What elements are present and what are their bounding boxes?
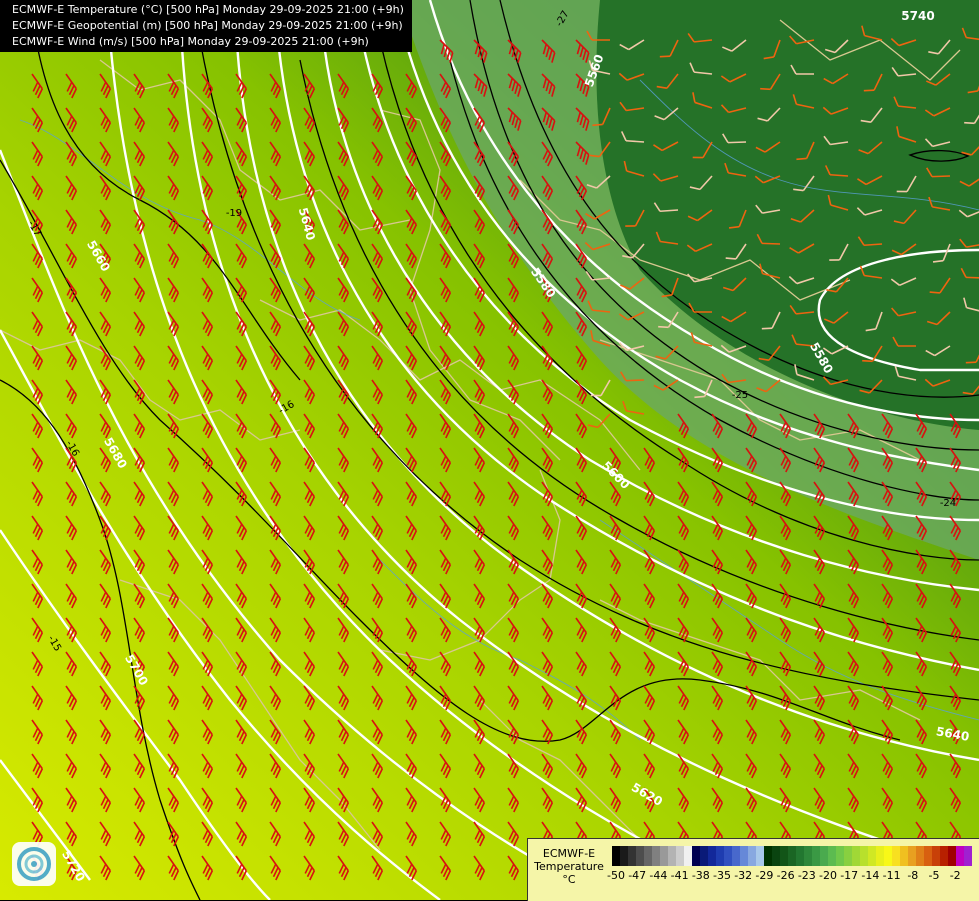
legend-tick-label: -14 (861, 869, 880, 882)
legend-swatch (916, 846, 924, 866)
legend-swatch (940, 846, 948, 866)
legend-tick-label: -20 (819, 869, 837, 882)
legend-swatch (956, 846, 964, 866)
header-line-geopotential: ECMWF-E Geopotential (m) [500 hPa] Monda… (12, 19, 403, 32)
legend-swatch (724, 846, 732, 866)
legend-swatch (716, 846, 724, 866)
legend-tick-label: -23 (797, 869, 816, 882)
legend-swatch (804, 846, 812, 866)
legend-swatch (868, 846, 876, 866)
legend-tick-label: -47 (628, 869, 647, 882)
legend-swatch (740, 846, 748, 866)
legend-unit: °C (562, 873, 576, 886)
legend-swatch (620, 846, 628, 866)
legend-swatch (828, 846, 836, 866)
legend-swatch (652, 846, 660, 866)
legend-swatch (780, 846, 788, 866)
legend-tick-label: -44 (649, 869, 668, 882)
legend-swatch (820, 846, 828, 866)
legend-title-variable: Temperature (534, 860, 604, 873)
legend-swatch (892, 846, 900, 866)
legend-swatch (748, 846, 756, 866)
legend-swatch (660, 846, 668, 866)
legend-swatch (732, 846, 740, 866)
legend-swatch (812, 846, 820, 866)
legend-swatch (852, 846, 860, 866)
legend-tick-label: -38 (691, 869, 710, 882)
legend-tick-label: -2 (949, 869, 961, 882)
temperature-legend: ECMWF-E Temperature °C -50 -47 -44 -41 -38 -3… (527, 838, 979, 901)
legend-swatch (676, 846, 684, 866)
legend-swatch (772, 846, 780, 866)
legend-color-bar (612, 846, 972, 866)
isotherm-label: -24 (940, 498, 956, 509)
legend-swatch (836, 846, 844, 866)
legend-swatch (692, 846, 700, 866)
legend-swatch (628, 846, 636, 866)
ecmwf-logo-icon (12, 842, 56, 886)
legend-tick-label: -32 (734, 869, 753, 882)
legend-swatch (860, 846, 868, 866)
legend-swatch (700, 846, 708, 866)
legend-swatch (684, 846, 692, 866)
legend-swatch (932, 846, 940, 866)
isohypse-label: 5740 (901, 9, 934, 23)
legend-tick-label: -29 (755, 869, 774, 882)
legend-tick-label: -26 (776, 869, 795, 882)
legend-swatch (924, 846, 932, 866)
isotherm-label: -19 (226, 208, 242, 219)
legend-tick-label: -8 (907, 869, 919, 882)
legend-swatch (900, 846, 908, 866)
legend-swatch (644, 846, 652, 866)
legend-tick-label: -5 (928, 869, 940, 882)
legend-swatch (844, 846, 852, 866)
legend-tick-label: -35 (713, 869, 731, 882)
header-line-temperature: ECMWF-E Temperature (°C) [500 hPa] Monda… (12, 3, 404, 16)
legend-swatch (764, 846, 772, 866)
legend-swatch (964, 846, 972, 866)
legend-swatch (948, 846, 956, 866)
legend-swatch (908, 846, 916, 866)
legend-swatch (668, 846, 676, 866)
legend-title-model: ECMWF-E (542, 847, 596, 860)
map-header: ECMWF-E Temperature (°C) [500 hPa] Monda… (0, 0, 412, 52)
legend-swatch (612, 846, 620, 866)
legend-swatch (636, 846, 644, 866)
legend-ticks: -50 -47 -44 -41 -38 -35 -32 -29 -26 -23 -20 -17 -14-… (607, 869, 972, 883)
legend-tick-label: -50 (607, 869, 625, 882)
legend-tick-label: -11 (882, 869, 901, 882)
weather-map[interactable]: 5560558055805600562056405640566056805700… (0, 0, 979, 900)
legend-swatch (876, 846, 884, 866)
legend-swatch (788, 846, 796, 866)
legend-swatch (796, 846, 804, 866)
legend-swatch (756, 846, 764, 866)
isotherm-label: -25 (732, 390, 748, 401)
legend-tick-label: -41 (670, 869, 689, 882)
header-line-wind: ECMWF-E Wind (m/s) [500 hPa] Monday 29-0… (12, 35, 369, 48)
legend-tick-label: -17 (840, 869, 859, 882)
legend-title: ECMWF-E Temperature °C (530, 847, 608, 886)
legend-swatch (708, 846, 716, 866)
legend-swatch (884, 846, 892, 866)
